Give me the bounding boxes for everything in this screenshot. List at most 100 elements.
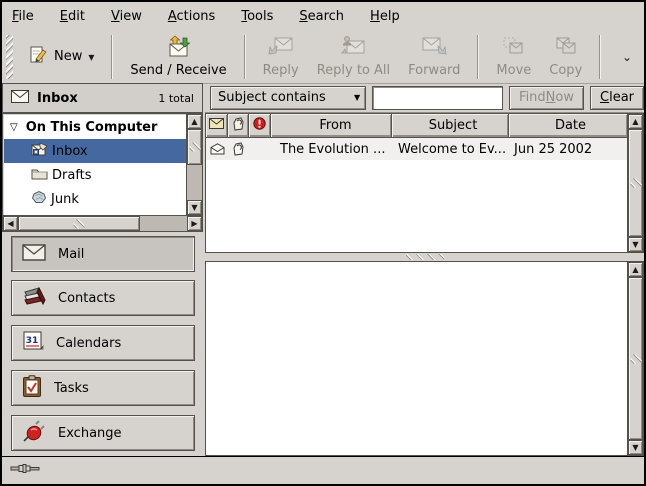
mail-shortcut-icon bbox=[22, 244, 46, 265]
shortcut-tasks-button[interactable]: Tasks bbox=[11, 370, 195, 406]
folder-header[interactable]: Inbox 1 total bbox=[2, 83, 203, 113]
column-importance[interactable] bbox=[249, 114, 271, 138]
search-input[interactable] bbox=[372, 86, 503, 110]
find-now-button[interactable]: Find Now bbox=[509, 86, 584, 110]
shortcut-exchange-label: Exchange bbox=[58, 426, 122, 441]
new-dropdown-chevron-icon[interactable]: ▾ bbox=[88, 50, 94, 64]
scroll-left-arrow-icon[interactable]: ◀ bbox=[3, 216, 18, 231]
toolbar-separator bbox=[111, 35, 113, 79]
shortcut-mail-label: Mail bbox=[58, 247, 84, 262]
current-folder-title: Inbox bbox=[37, 91, 78, 106]
clear-button[interactable]: Clear bbox=[590, 86, 644, 110]
inbox-folder-icon bbox=[31, 142, 48, 160]
tree-vscroll-thumb[interactable] bbox=[187, 129, 202, 165]
scroll-down-arrow-icon[interactable]: ▼ bbox=[187, 200, 202, 215]
tree-root-on-this-computer[interactable]: ▽ On This Computer bbox=[4, 115, 186, 139]
send-receive-button[interactable]: Send / Receive bbox=[121, 32, 235, 82]
new-button[interactable]: New ▾ bbox=[19, 32, 103, 82]
message-row[interactable]: The Evolution ... Welcome to Ev... Jun 2… bbox=[206, 138, 627, 160]
search-bar: Subject contains ▼ Find Now Clear bbox=[205, 83, 644, 113]
scroll-up-arrow-icon[interactable]: ▲ bbox=[628, 262, 643, 277]
copy-button[interactable]: Copy bbox=[540, 32, 591, 82]
shortcut-mail-button[interactable]: Mail bbox=[11, 236, 195, 272]
folder-tree: ▽ On This Computer Inbox Drafts Junk bbox=[4, 115, 186, 215]
column-attachment[interactable] bbox=[228, 114, 249, 138]
attachment-clip-icon bbox=[228, 142, 249, 156]
menu-help[interactable]: Help bbox=[370, 9, 400, 24]
column-from[interactable]: From bbox=[271, 114, 392, 138]
chevron-down-icon: ▼ bbox=[349, 89, 365, 107]
shortcut-contacts-button[interactable]: Contacts bbox=[11, 280, 195, 316]
toolbar-separator bbox=[477, 35, 479, 79]
calendar-icon: 31 bbox=[22, 330, 44, 356]
shortcut-calendars-button[interactable]: 31 Calendars bbox=[11, 325, 195, 361]
column-subject[interactable]: Subject bbox=[392, 114, 509, 138]
menu-search[interactable]: Search bbox=[299, 9, 344, 24]
scroll-down-arrow-icon[interactable]: ▼ bbox=[628, 440, 643, 455]
tree-horizontal-scrollbar[interactable]: ◀ ▶ bbox=[3, 215, 202, 231]
reply-label: Reply bbox=[263, 63, 299, 78]
pane-splitter[interactable] bbox=[205, 253, 644, 261]
tree-item-junk[interactable]: Junk bbox=[4, 187, 186, 211]
toolbar: New ▾ Send / Receive Reply Reply to All bbox=[2, 30, 644, 84]
menu-tools[interactable]: Tools bbox=[241, 9, 273, 24]
message-subject: Welcome to Ev... bbox=[392, 142, 509, 157]
reply-to-all-button[interactable]: Reply to All bbox=[308, 32, 399, 82]
forward-button[interactable]: Forward bbox=[399, 32, 469, 82]
offline-plug-icon[interactable] bbox=[10, 462, 42, 479]
shortcut-contacts-label: Contacts bbox=[58, 291, 115, 306]
shortcut-calendars-label: Calendars bbox=[56, 336, 121, 351]
column-status[interactable] bbox=[206, 114, 228, 138]
new-button-label: New bbox=[54, 49, 82, 64]
tree-item-drafts[interactable]: Drafts bbox=[4, 163, 186, 187]
scroll-up-arrow-icon[interactable]: ▲ bbox=[628, 114, 643, 129]
menu-view[interactable]: View bbox=[111, 9, 142, 24]
reply-to-all-label: Reply to All bbox=[317, 63, 390, 78]
menu-edit[interactable]: Edit bbox=[60, 9, 85, 24]
preview-content[interactable] bbox=[206, 262, 627, 455]
splitter-grip[interactable] bbox=[406, 254, 444, 260]
move-message-icon bbox=[501, 35, 527, 61]
move-button[interactable]: Move bbox=[487, 32, 540, 82]
reply-button[interactable]: Reply bbox=[254, 32, 308, 82]
svg-text:31: 31 bbox=[26, 336, 39, 346]
toolbar-separator bbox=[599, 35, 601, 79]
forward-icon bbox=[421, 35, 447, 61]
toolbar-separator bbox=[244, 35, 246, 79]
folder-icon bbox=[31, 167, 48, 184]
column-date[interactable]: Date bbox=[509, 114, 627, 138]
shortcut-tasks-label: Tasks bbox=[54, 381, 89, 396]
important-exclamation-icon bbox=[253, 117, 266, 134]
read-open-envelope-icon bbox=[206, 143, 228, 155]
search-criteria-select[interactable]: Subject contains ▼ bbox=[210, 86, 366, 110]
search-criteria-value: Subject contains bbox=[218, 90, 326, 105]
scroll-right-arrow-icon[interactable]: ▶ bbox=[187, 216, 202, 231]
toolbar-grip-handle[interactable] bbox=[6, 35, 13, 79]
message-list-scrollbar[interactable]: ▲ ▼ bbox=[627, 114, 643, 252]
shortcut-exchange-button[interactable]: Exchange bbox=[11, 415, 195, 451]
menubar: File Edit View Actions Tools Search Help bbox=[2, 2, 644, 30]
move-label: Move bbox=[496, 63, 531, 78]
menu-actions[interactable]: Actions bbox=[168, 9, 216, 24]
tree-item-inbox[interactable]: Inbox bbox=[4, 139, 186, 163]
preview-scroll-thumb[interactable] bbox=[628, 277, 643, 440]
message-list-header: From Subject Date bbox=[206, 114, 627, 138]
preview-scrollbar[interactable]: ▲ ▼ bbox=[627, 262, 643, 455]
scroll-down-arrow-icon[interactable]: ▼ bbox=[628, 237, 643, 252]
message-preview-pane: ▲ ▼ bbox=[205, 261, 644, 456]
tree-hscroll-thumb[interactable] bbox=[18, 216, 140, 231]
tree-vertical-scrollbar[interactable]: ▲ ▼ bbox=[186, 114, 202, 215]
tasks-clipboard-icon bbox=[22, 375, 42, 402]
copy-message-icon bbox=[553, 35, 579, 61]
message-list-scroll-thumb[interactable] bbox=[628, 129, 643, 237]
message-date: Jun 25 2002 bbox=[509, 142, 627, 157]
mail-envelope-icon bbox=[11, 90, 29, 107]
folder-message-count: 1 total bbox=[158, 92, 194, 105]
menu-file[interactable]: File bbox=[12, 9, 34, 24]
toolbar-overflow-chevron-icon[interactable]: ⌄ bbox=[622, 50, 632, 64]
expander-triangle-icon[interactable]: ▽ bbox=[10, 122, 18, 133]
scroll-up-arrow-icon[interactable]: ▲ bbox=[187, 114, 202, 129]
status-bar bbox=[2, 456, 644, 484]
copy-label: Copy bbox=[549, 63, 582, 78]
junk-folder-icon bbox=[31, 190, 47, 208]
